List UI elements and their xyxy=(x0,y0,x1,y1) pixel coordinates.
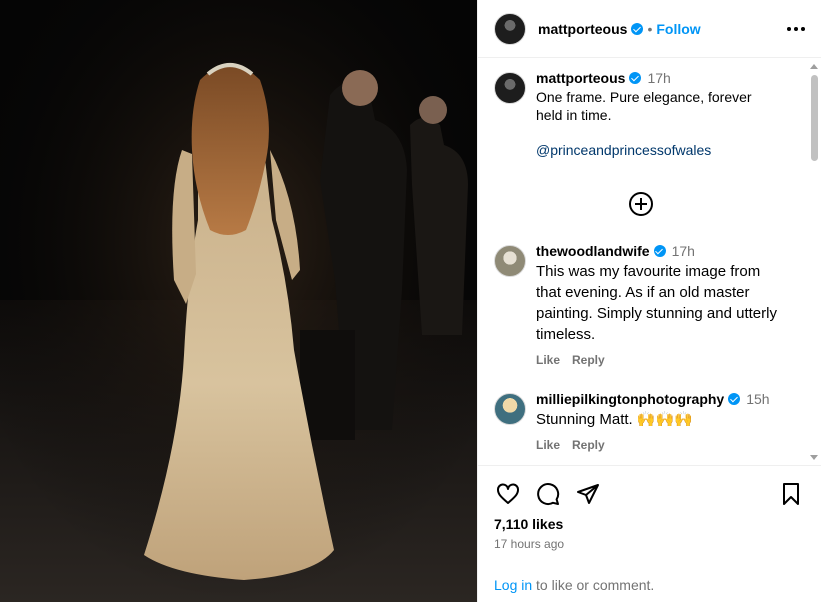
caption-time[interactable]: 17h xyxy=(647,70,670,86)
caption: mattporteous 17h One frame. Pure eleganc… xyxy=(478,70,801,158)
author-username[interactable]: mattporteous xyxy=(538,21,627,37)
instagram-post: mattporteous • Follow mattporteous 17h O… xyxy=(0,0,821,602)
login-prompt: Log in to like or comment. xyxy=(494,577,654,593)
comment-time[interactable]: 15h xyxy=(746,391,769,407)
scroll-up-icon[interactable] xyxy=(810,64,818,69)
caption-mention-link[interactable]: @princeandprincessofwales xyxy=(536,142,785,158)
author-avatar[interactable] xyxy=(494,12,526,45)
post-actions-bar xyxy=(494,478,805,510)
commenter-avatar[interactable] xyxy=(494,245,526,277)
verified-badge-icon xyxy=(629,72,642,84)
caption-avatar[interactable] xyxy=(494,72,526,104)
share-icon[interactable] xyxy=(574,480,602,508)
comment-time[interactable]: 17h xyxy=(672,243,695,259)
comment-actions: Like Reply xyxy=(536,438,785,452)
comment-item: milliepilkingtonphotography 15h Stunning… xyxy=(478,391,801,452)
follow-button[interactable]: Follow xyxy=(656,21,700,37)
comment-actions: Like Reply xyxy=(536,353,785,367)
comment-like-button[interactable]: Like xyxy=(536,438,560,452)
comment-username[interactable]: thewoodlandwife xyxy=(536,243,650,259)
more-options-icon[interactable] xyxy=(781,21,805,37)
comment-icon[interactable] xyxy=(534,480,562,508)
comment-like-button[interactable]: Like xyxy=(536,353,560,367)
comment-username[interactable]: milliepilkingtonphotography xyxy=(536,391,724,407)
likes-count[interactable]: 7,110 likes xyxy=(494,516,563,532)
bookmark-icon[interactable] xyxy=(777,480,805,508)
comment-item: thewoodlandwife 17h This was my favourit… xyxy=(478,243,801,367)
comment-reply-button[interactable]: Reply xyxy=(572,353,605,367)
post-photo[interactable] xyxy=(0,0,477,602)
verified-badge-icon xyxy=(653,245,666,257)
comment-text: This was my favourite image from that ev… xyxy=(536,263,777,343)
commenter-avatar[interactable] xyxy=(494,393,526,425)
post-side-panel: mattporteous • Follow mattporteous 17h O… xyxy=(477,0,821,602)
heart-icon[interactable] xyxy=(494,480,522,508)
verified-badge-icon xyxy=(728,393,741,405)
header-separator: • xyxy=(647,20,653,37)
comment-text: Stunning Matt. 🙌🙌🙌 xyxy=(536,411,693,428)
comments-scrollbar[interactable] xyxy=(809,64,819,460)
caption-text: One frame. Pure elegance, forever held i… xyxy=(536,89,752,123)
verified-badge-icon xyxy=(631,22,644,35)
comments-section[interactable]: mattporteous 17h One frame. Pure eleganc… xyxy=(478,58,821,466)
scroll-down-icon[interactable] xyxy=(810,455,818,460)
photo-illustration xyxy=(0,0,477,602)
plus-circle-icon[interactable] xyxy=(629,192,653,216)
scroll-thumb[interactable] xyxy=(810,75,818,161)
post-timestamp[interactable]: 17 hours ago xyxy=(494,537,564,551)
post-header: mattporteous • Follow xyxy=(478,0,821,58)
login-prompt-text: to like or comment. xyxy=(532,577,655,593)
login-link[interactable]: Log in xyxy=(494,577,532,593)
caption-username[interactable]: mattporteous xyxy=(536,70,625,86)
comment-reply-button[interactable]: Reply xyxy=(572,438,605,452)
